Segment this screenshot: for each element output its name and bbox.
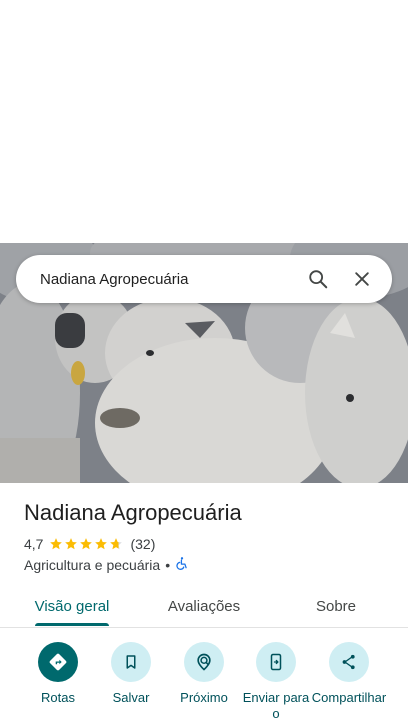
active-tab-indicator (35, 623, 109, 626)
star-icon (50, 538, 63, 550)
rating-row[interactable]: 4,7 (32) (24, 536, 155, 552)
star-icon (80, 538, 93, 550)
search-bar[interactable]: Nadiana Agropecuária (16, 255, 392, 303)
save-label: Salvar (112, 690, 150, 705)
tab-about[interactable]: Sobre (288, 584, 384, 628)
search-icon[interactable] (296, 259, 340, 299)
star-icon (110, 538, 123, 550)
share-label: Compartilhar (311, 690, 387, 705)
tab-reviews[interactable]: Avaliações (156, 584, 252, 628)
star-icon (95, 538, 108, 550)
nearby-icon (184, 642, 224, 682)
search-input[interactable]: Nadiana Agropecuária (40, 271, 296, 288)
close-icon[interactable] (340, 259, 384, 299)
place-title: Nadiana Agropecuária (24, 500, 242, 525)
place-sheet: Nadiana Agropecuária Nadiana Agropecuári… (0, 0, 408, 726)
category-label: Agricultura e pecuária (24, 556, 161, 573)
separator-dot: • (165, 556, 171, 573)
tab-bar: Visão geral Avaliações Sobre (0, 584, 408, 628)
directions-icon (38, 642, 78, 682)
tab-overview[interactable]: Visão geral (24, 584, 120, 628)
directions-button[interactable]: Rotas (20, 642, 96, 706)
accessibility-icon (175, 556, 189, 573)
star-rating (49, 537, 124, 551)
category-row: Agricultura e pecuária • (24, 556, 189, 573)
save-button[interactable]: Salvar (93, 642, 169, 706)
nearby-label: Próximo (180, 690, 228, 705)
send-to-phone-button[interactable]: Enviar para o (238, 642, 314, 722)
rating-value: 4,7 (24, 536, 44, 552)
send-to-phone-label: Enviar para o (242, 690, 310, 721)
bookmark-icon (111, 642, 151, 682)
share-icon (329, 642, 369, 682)
nearby-button[interactable]: Próximo (166, 642, 242, 706)
review-count[interactable]: (32) (130, 536, 155, 552)
directions-label: Rotas (41, 690, 75, 705)
star-icon (65, 538, 78, 550)
send-to-phone-icon (256, 642, 296, 682)
share-button[interactable]: Compartilhar (311, 642, 387, 706)
